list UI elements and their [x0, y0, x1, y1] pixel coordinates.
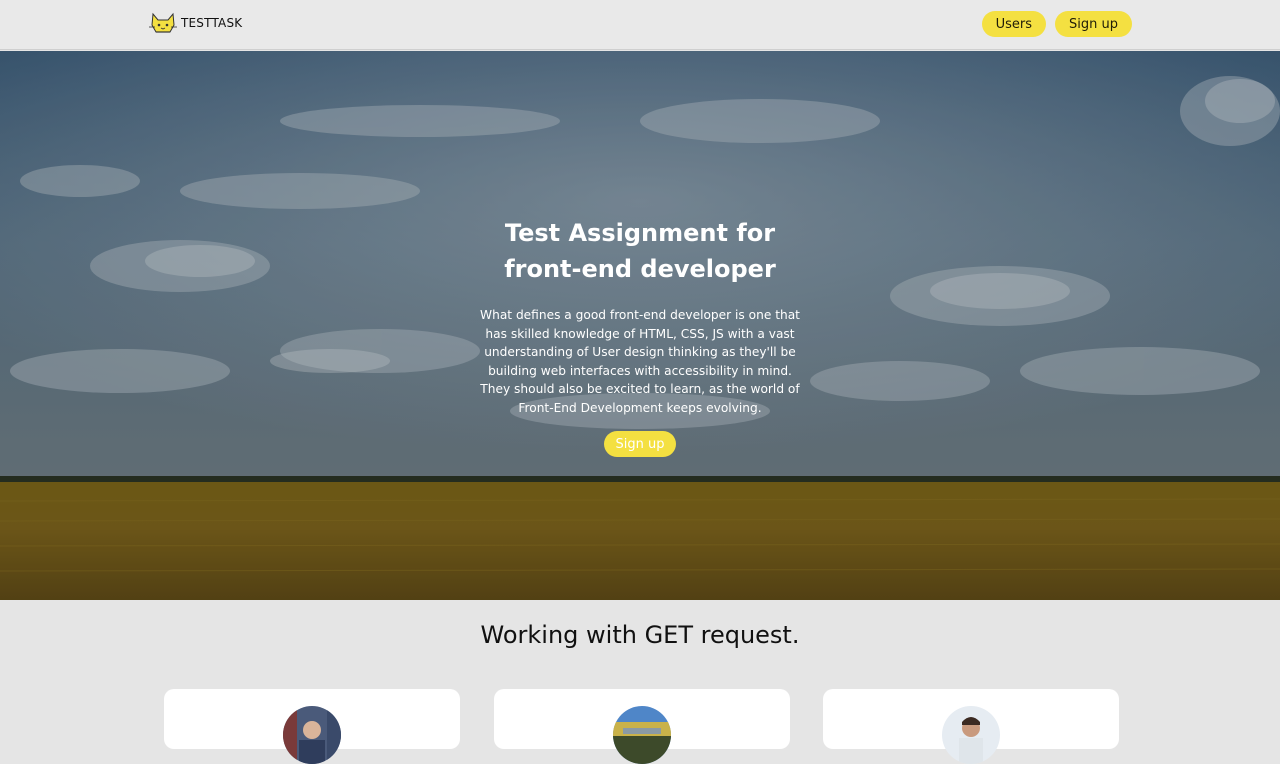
cat-logo-icon — [148, 11, 178, 35]
user-card — [494, 689, 790, 764]
hero-title-line-2: front-end developer — [504, 255, 776, 283]
hero-description-line: What defines a good front-end developer … — [480, 308, 800, 322]
user-card — [164, 689, 460, 764]
users-button[interactable]: Users — [981, 11, 1047, 37]
user-avatar — [942, 706, 1000, 764]
hero-description-line: building web interfaces with accessibili… — [488, 363, 792, 378]
users-section-title: Working with GET request. — [480, 621, 800, 649]
logo-text: TESTTASK — [181, 16, 243, 30]
signup-button[interactable]: Sign up — [1055, 11, 1132, 37]
hero-banner: Test Assignment for front-end developer … — [0, 51, 1280, 600]
site-header: TESTTASK Users Sign up — [0, 0, 1280, 50]
user-avatar — [613, 706, 671, 764]
hero-content: Test Assignment for front-end developer … — [470, 215, 810, 457]
user-card — [823, 689, 1119, 764]
logo[interactable]: TESTTASK — [148, 11, 242, 35]
hero-description-line: They should also be excited to learn, as… — [480, 382, 800, 396]
hero-title-line-1: Test Assignment for — [504, 219, 776, 247]
hero-signup-button[interactable]: Sign up — [604, 431, 676, 457]
user-avatar — [283, 706, 341, 764]
header-nav: Users Sign up — [981, 11, 1132, 37]
hero-description-line: understanding of User design thinking as… — [484, 345, 796, 359]
hero-description-line: has skilled knowledge of HTML, CSS, JS w… — [485, 326, 795, 341]
hero-title: Test Assignment for front-end developer — [470, 215, 810, 287]
hero-description: What defines a good front-end developer … — [470, 306, 810, 417]
hero-description-line: Front-End Development keeps evolving. — [518, 400, 762, 415]
